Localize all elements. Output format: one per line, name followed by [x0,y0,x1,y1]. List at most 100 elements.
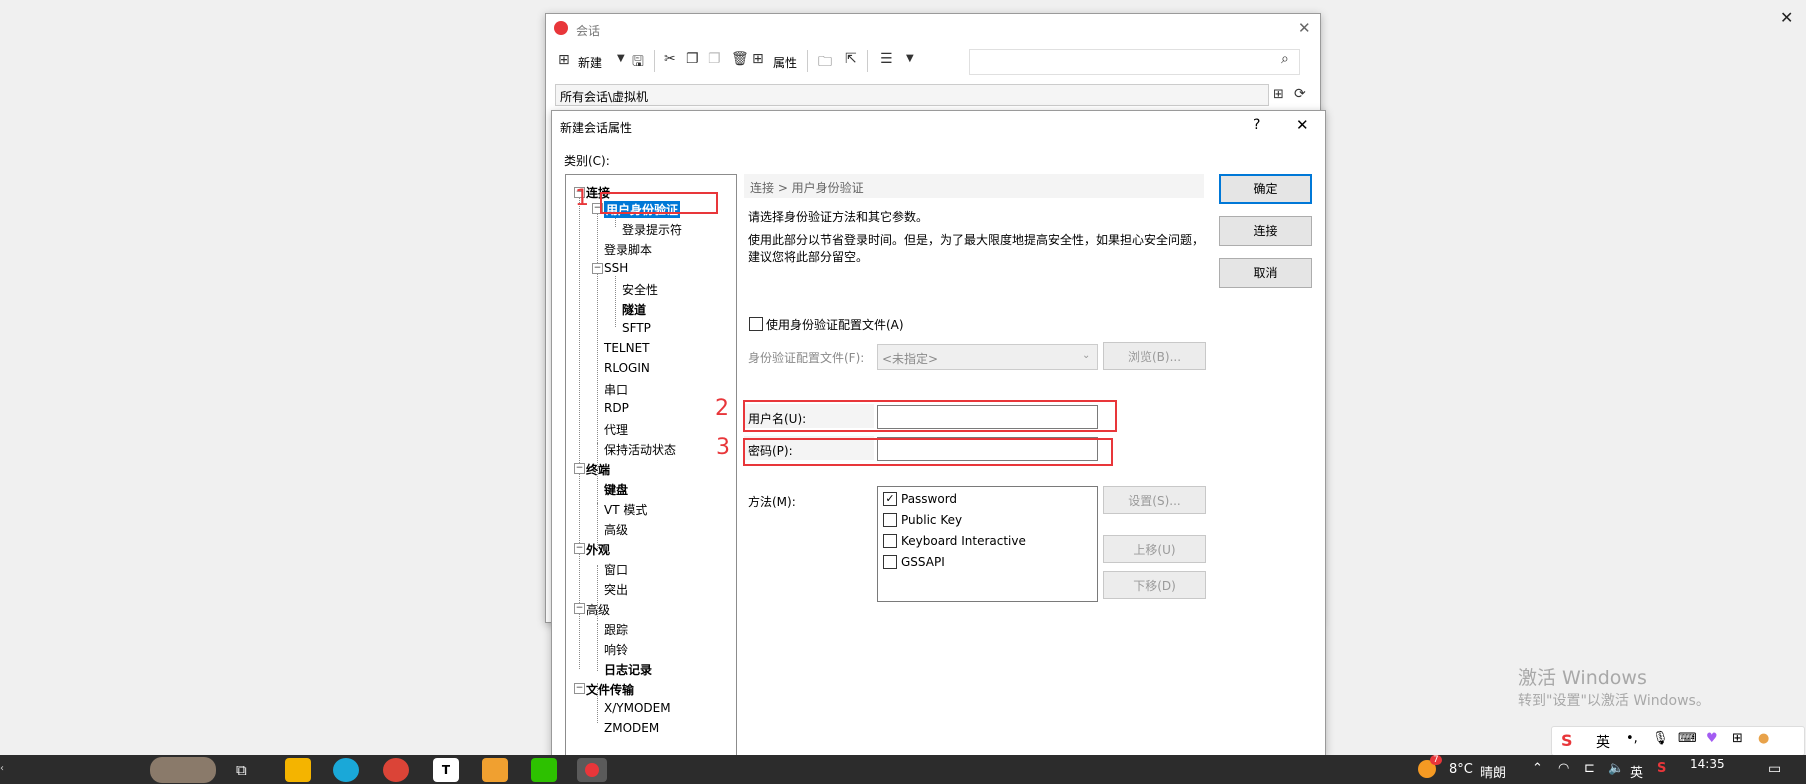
tree-item-trace[interactable]: 跟踪 [604,621,628,638]
method-keyboard-interactive-label[interactable]: Keyboard Interactive [901,534,1026,548]
clock-time[interactable]: 14:35 [1690,757,1725,771]
notification-icon[interactable]: ▭ [1768,761,1781,777]
refresh-icon[interactable]: ⟳ [1294,86,1306,102]
paste-icon[interactable]: ❐ [708,51,721,67]
new-session-icon[interactable]: ⊞ [558,52,570,68]
collapse-icon[interactable]: − [574,603,585,614]
skin-icon[interactable]: ♥ [1706,731,1718,746]
tree-item-zmodem[interactable]: ZMODEM [604,721,659,735]
tree-item-highlight[interactable]: 突出 [604,581,628,598]
tree-item-telnet[interactable]: TELNET [604,341,650,355]
dropdown-arrow-icon[interactable]: ▼ [617,53,625,64]
settings-button[interactable]: 设置(S)... [1103,486,1206,514]
browse-button[interactable]: 浏览(B)... [1103,342,1206,370]
move-down-button[interactable]: 下移(D) [1103,571,1206,599]
dialog-close-button[interactable]: ✕ [1296,116,1309,134]
copy-icon[interactable]: ❐ [686,51,699,67]
tree-item-terminal-advanced[interactable]: 高级 [604,521,628,538]
method-keyboard-interactive-checkbox[interactable] [883,534,897,548]
new-folder-icon[interactable]: ⊞ [1273,87,1284,102]
tree-item-keyboard[interactable]: 键盘 [604,481,628,498]
session-close-icon[interactable]: ✕ [1298,19,1311,37]
properties-button[interactable]: 属性 [773,54,797,71]
tree-item-login-prompt[interactable]: 登录提示符 [622,221,682,238]
microphone-icon[interactable]: 🎙 [1652,731,1669,746]
mascot-icon[interactable]: ● [1758,731,1769,746]
tree-item-proxy[interactable]: 代理 [604,421,628,438]
method-gssapi-checkbox[interactable] [883,555,897,569]
collapse-icon[interactable]: − [574,543,585,554]
search-widget-thumbnail[interactable] [150,757,216,783]
xshell-taskbar-icon[interactable] [577,758,607,782]
collapse-icon[interactable]: − [574,463,585,474]
method-list[interactable]: ✓ Password Public Key Keyboard Interacti… [877,486,1098,602]
tree-item-bell[interactable]: 响铃 [604,641,628,658]
chrome-browser-icon[interactable] [383,758,409,782]
collapse-icon[interactable]: − [574,683,585,694]
weather-temp[interactable]: 8°C [1449,762,1473,777]
tree-item-logging[interactable]: 日志记录 [604,661,652,678]
volume-icon[interactable]: 🔈 [1608,761,1624,776]
weather-text[interactable]: 晴朗 [1480,762,1506,781]
cut-icon[interactable]: ✂ [664,51,676,67]
sogou-tray-icon[interactable]: S [1657,761,1666,776]
tree-item-serial[interactable]: 串口 [604,381,628,398]
method-gssapi-label[interactable]: GSSAPI [901,555,945,569]
start-partial-icon[interactable]: ‹ [0,763,4,774]
typora-icon[interactable]: T [433,758,459,782]
use-profile-label[interactable]: 使用身份验证配置文件(A) [766,316,904,333]
method-password-checkbox[interactable]: ✓ [883,492,897,506]
method-password-label[interactable]: Password [901,492,957,506]
tray-overflow-icon[interactable]: ⌃ [1532,761,1543,776]
tree-item-advanced[interactable]: 高级 [586,601,610,618]
wechat-icon[interactable] [531,758,557,782]
tree-item-keepalive[interactable]: 保持活动状态 [604,441,676,458]
help-button[interactable]: ? [1253,117,1260,133]
tree-item-xymodem[interactable]: X/YMODEM [604,701,671,715]
punctuation-icon[interactable]: •, [1626,731,1638,746]
tree-item-terminal[interactable]: 终端 [586,461,610,478]
taskbar-lang[interactable]: 英 [1630,762,1643,781]
ime-lang-toggle[interactable]: 英 [1596,732,1610,752]
list-view-icon[interactable]: ☰ [880,51,893,67]
network-icon[interactable]: ⊏ [1584,761,1595,776]
category-tree[interactable]: − 连接 − 用户身份验证 登录提示符 登录脚本 − SSH 安全性 隧道 SF… [565,174,737,757]
method-public-key-label[interactable]: Public Key [901,513,962,527]
export-icon[interactable]: ⇱ [845,51,857,67]
tree-item-rlogin[interactable]: RLOGIN [604,361,650,375]
delete-icon[interactable]: 🗑 [731,51,749,67]
sogou-logo-icon[interactable]: S [1561,731,1573,750]
tree-item-file-transfer[interactable]: 文件传输 [586,681,634,698]
tree-item-sftp[interactable]: SFTP [622,321,651,335]
view-dropdown-icon[interactable]: ▼ [906,53,914,64]
tree-item-window[interactable]: 窗口 [604,561,628,578]
properties-icon[interactable]: ⊞ [752,51,764,67]
tree-item-tunnel[interactable]: 隧道 [622,301,646,318]
session-path-bar[interactable]: 所有会话\虚拟机 [555,84,1269,106]
tree-item-vt-mode[interactable]: VT 模式 [604,501,647,518]
profile-file-select[interactable]: <未指定> ⌄ [877,344,1098,370]
tree-item-rdp[interactable]: RDP [604,401,629,415]
keyboard-icon[interactable]: ⌨ [1678,731,1697,746]
folder-icon[interactable]: 🗀 [818,51,832,75]
tree-item-security[interactable]: 安全性 [622,281,658,298]
tree-item-login-script[interactable]: 登录脚本 [604,241,652,258]
session-search-input[interactable] [969,49,1300,75]
tree-item-ssh[interactable]: SSH [604,261,628,275]
ok-button[interactable]: 确定 [1219,174,1312,204]
edge-browser-icon[interactable] [333,758,359,782]
move-up-button[interactable]: 上移(U) [1103,535,1206,563]
wifi-icon[interactable]: ◠ [1558,761,1569,776]
task-view-icon[interactable]: ⧉ [236,761,247,779]
cancel-button[interactable]: 取消 [1219,258,1312,288]
search-icon[interactable]: ⌕ [1281,51,1289,67]
new-session-button[interactable]: 新建 [578,54,602,71]
vmware-icon[interactable] [482,758,508,782]
save-icon[interactable]: 🖫 [632,51,644,75]
file-explorer-icon[interactable] [285,758,311,782]
grid-menu-icon[interactable]: ⊞ [1732,731,1743,746]
method-public-key-checkbox[interactable] [883,513,897,527]
use-profile-checkbox[interactable] [749,317,763,331]
connect-button[interactable]: 连接 [1219,216,1312,246]
background-close-icon[interactable]: ✕ [1780,8,1793,27]
